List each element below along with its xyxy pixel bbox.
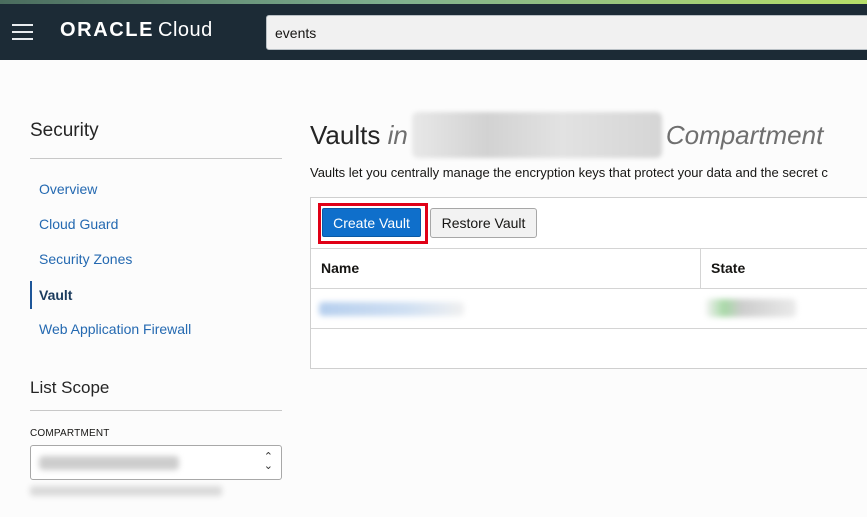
page-title-in: in [387, 120, 408, 150]
sidebar-item-security-zones[interactable]: Security Zones [30, 245, 282, 273]
compartment-path-redacted [30, 486, 222, 496]
list-scope-title: List Scope [30, 378, 110, 397]
vault-state-redacted [706, 299, 796, 317]
select-chevron-icon: ⌃ ⌄ [263, 451, 273, 472]
sidebar-item-web-application-firewall[interactable]: Web Application Firewall [30, 315, 282, 343]
table-toolbar: Create Vault Restore Vault [311, 198, 867, 248]
vaults-table-panel: Create Vault Restore Vault Name State [310, 197, 867, 369]
sidebar-item-overview[interactable]: Overview [30, 175, 282, 203]
column-header-name[interactable]: Name [311, 249, 701, 288]
sidebar-divider [30, 158, 282, 159]
compartment-label: COMPARTMENT [30, 428, 110, 439]
table-row-empty [311, 329, 867, 369]
compartment-value-redacted [39, 456, 179, 470]
sidebar-item-vault[interactable]: Vault [30, 281, 282, 309]
sidebar-item-cloud-guard[interactable]: Cloud Guard [30, 210, 282, 238]
table-row [311, 289, 867, 329]
page-title: Vaults in Compartment [310, 112, 823, 158]
hamburger-menu-icon[interactable] [12, 24, 33, 40]
list-scope-divider [30, 410, 282, 411]
compartment-select[interactable]: ⌃ ⌄ [30, 445, 282, 480]
search-input[interactable] [266, 15, 867, 50]
restore-vault-button[interactable]: Restore Vault [430, 208, 537, 238]
sidebar-title: Security [30, 120, 99, 141]
logo-product: Cloud [158, 19, 213, 41]
vault-name-link-redacted[interactable] [319, 302, 464, 316]
logo-brand: ORACLE [60, 19, 155, 41]
top-navigation-bar: ORACLE Cloud [0, 4, 867, 60]
page-title-suffix: Compartment [665, 120, 824, 150]
create-vault-button[interactable]: Create Vault [322, 208, 421, 237]
table-header: Name State [311, 248, 867, 289]
page-description: Vaults let you centrally manage the encr… [310, 165, 828, 180]
compartment-name-redacted [411, 112, 662, 158]
oracle-cloud-logo[interactable]: ORACLE Cloud [60, 19, 213, 42]
page-title-prefix: Vaults [310, 120, 381, 150]
column-header-state[interactable]: State [701, 249, 867, 288]
